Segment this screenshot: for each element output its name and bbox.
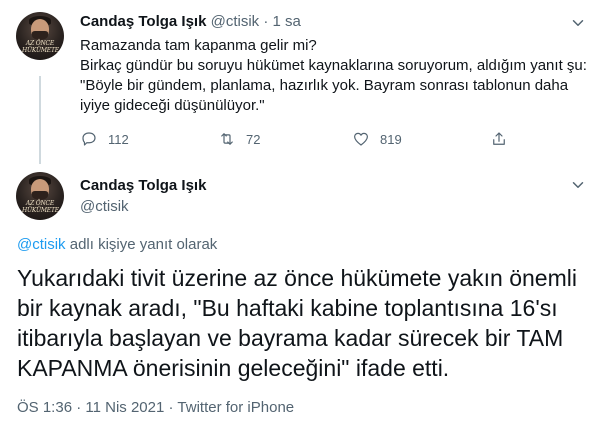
tweet-date[interactable]: 11 Nis 2021 [85, 399, 164, 416]
tweet-time[interactable]: ÖS 1:36 [17, 399, 72, 416]
avatar[interactable]: AZ ÖNCE HÜKÜMETE [16, 172, 64, 220]
reply-icon [82, 132, 96, 146]
tweet-line: Birkaç gündür bu soruyu hükümet kaynakla… [80, 57, 587, 74]
reply-context-text: adlı kişiye yanıt olarak [65, 236, 218, 253]
share-button[interactable] [490, 130, 508, 148]
avatar[interactable]: AZ ÖNCE HÜKÜMETE [16, 12, 64, 60]
more-options-button[interactable] [569, 14, 587, 32]
tweet-header: Candaş Tolga Işık @ctisik · 1 sa [80, 13, 301, 30]
thread-line [39, 76, 41, 164]
avatar-logo: AZ ÖNCE HÜKÜMETE [22, 200, 59, 214]
meta-separator: · [168, 399, 174, 416]
author-handle[interactable]: @ctisik [211, 13, 260, 30]
tweet-source[interactable]: Twitter for iPhone [177, 399, 294, 416]
author-name[interactable]: Candaş Tolga Işık [80, 177, 206, 194]
tweet-text: Yukarıdaki tivit üzerine az önce hükümet… [17, 263, 577, 383]
tweet-line: iyiye gideceği düşünülüyor." [80, 97, 265, 114]
author-name[interactable]: Candaş Tolga Işık [80, 13, 206, 30]
heart-icon [354, 132, 368, 146]
tweet-text: Ramazanda tam kapanma gelir mi? Birkaç g… [80, 36, 587, 116]
reply-mention-link[interactable]: @ctisik [17, 236, 66, 253]
chevron-down-icon [572, 182, 584, 188]
more-options-button[interactable] [569, 176, 587, 194]
retweet-button[interactable]: 72 [218, 130, 260, 148]
like-count: 819 [380, 131, 402, 147]
reply-button[interactable]: 112 [80, 130, 129, 148]
like-button[interactable]: 819 [352, 130, 402, 148]
tweet-line: "Böyle bir gündem, planlama, hazırlık yo… [80, 77, 569, 94]
author-handle[interactable]: @ctisik [80, 198, 129, 215]
meta-separator: · [76, 399, 82, 416]
tweet-time[interactable]: 1 sa [273, 13, 301, 30]
tweet-line: itibarıyla başlayan ve bayrama kadar sür… [17, 325, 564, 351]
chevron-down-icon [572, 20, 584, 26]
reply-context: @ctisik adlı kişiye yanıt olarak [17, 236, 217, 253]
avatar-logo: AZ ÖNCE HÜKÜMETE [22, 40, 59, 54]
retweet-count: 72 [246, 131, 261, 147]
tweet-line: Yukarıdaki tivit üzerine az önce hükümet… [17, 265, 577, 291]
reply-count: 112 [108, 131, 129, 147]
tweet-meta: ÖS 1:36 · 11 Nis 2021 · Twitter for iPho… [17, 399, 294, 416]
tweet-line: bir kaynak aradı, "Bu haftaki kabine top… [17, 295, 558, 321]
header-separator: · [263, 13, 269, 30]
tweet-line: Ramazanda tam kapanma gelir mi? [80, 37, 317, 54]
share-icon [493, 132, 505, 145]
tweet-line: KAPANMA önerisinin geleceğini" ifade ett… [17, 355, 450, 381]
retweet-icon [221, 133, 233, 145]
